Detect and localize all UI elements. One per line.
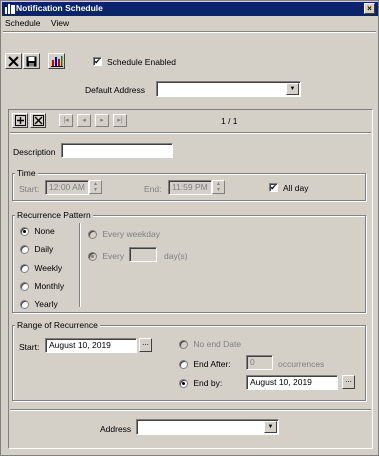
start-time-value: 12:00 AM	[49, 182, 85, 192]
end-time-label: End:	[144, 184, 162, 194]
description-label: Description	[13, 147, 56, 157]
window-title: Notification Schedule	[16, 3, 103, 13]
every-weekday-label: Every weekday	[102, 229, 161, 239]
menu-view[interactable]: View	[51, 18, 69, 28]
close-button[interactable]: ×	[364, 3, 375, 14]
recurrence-option-none[interactable]: None	[20, 226, 55, 237]
radio-every-n-days[interactable]	[88, 252, 97, 262]
end-time-value: 11:59 PM	[172, 182, 208, 192]
previous-record-button[interactable]: ◂	[77, 114, 91, 127]
recurrence-divider	[79, 223, 81, 307]
add-record-icon	[14, 115, 26, 126]
report-button[interactable]	[48, 53, 65, 69]
radio-end-by[interactable]	[179, 379, 188, 389]
end-after-input[interactable]: 0	[246, 355, 273, 370]
chevron-down-icon: ▼	[286, 83, 299, 95]
end-by-input[interactable]: August 10, 2019	[246, 375, 338, 390]
navigator-divider	[10, 132, 371, 134]
radio-every-weekday[interactable]	[88, 230, 97, 240]
address-select[interactable]: ▼	[136, 419, 279, 435]
start-time-spinner[interactable]: ▲ ▼	[89, 180, 102, 194]
default-address-label: Default Address	[85, 85, 146, 95]
radio-yearly[interactable]	[20, 300, 29, 310]
radio-none[interactable]	[20, 227, 29, 237]
record-position: 1 / 1	[221, 116, 238, 126]
end-after-value: 0	[250, 357, 255, 367]
recurrence-none-label: None	[34, 226, 55, 236]
menu-bar: Schedule View	[5, 18, 77, 30]
radio-no-end-date[interactable]	[179, 340, 188, 350]
save-disk-icon	[26, 56, 37, 66]
last-record-button[interactable]: ▸|	[113, 114, 127, 127]
end-time-spinner[interactable]: ▲ ▼	[212, 180, 225, 194]
new-record-button[interactable]	[12, 113, 28, 128]
radio-weekly[interactable]	[20, 264, 29, 274]
end-after-option[interactable]: End After:	[179, 359, 231, 370]
default-address-select[interactable]: ▼	[156, 81, 301, 97]
recurrence-option-monthly[interactable]: Monthly	[20, 281, 65, 292]
title-bar: Notification Schedule ×	[2, 2, 378, 16]
every-weekday-option[interactable]: Every weekday	[88, 229, 161, 240]
menu-schedule[interactable]: Schedule	[5, 18, 40, 28]
schedule-enabled-checkbox[interactable]: ✔	[93, 57, 102, 66]
range-start-picker-button[interactable]: ...	[139, 338, 152, 352]
delete-x-icon	[8, 55, 19, 67]
every-label: Every	[102, 251, 125, 261]
address-divider	[10, 409, 371, 411]
no-end-date-label: No end Date	[193, 339, 242, 349]
bar-chart-icon	[50, 56, 63, 67]
range-start-label: Start:	[19, 342, 40, 352]
range-start-value: August 10, 2019	[49, 340, 111, 350]
end-by-value: August 10, 2019	[250, 377, 312, 387]
address-label: Address	[100, 424, 132, 434]
range-start-input[interactable]: August 10, 2019	[45, 338, 137, 353]
delete-record-icon	[32, 115, 44, 126]
radio-end-after[interactable]	[179, 360, 188, 370]
occurrences-label: occurrences	[278, 359, 325, 369]
range-legend: Range of Recurrence	[15, 320, 100, 330]
recurrence-pattern-legend: Recurrence Pattern	[15, 210, 93, 220]
app-icon	[5, 4, 15, 14]
no-end-date-option[interactable]: No end Date	[179, 339, 242, 350]
end-by-option[interactable]: End by:	[179, 378, 223, 389]
end-after-label: End After:	[193, 359, 231, 369]
end-by-picker-button[interactable]: ...	[342, 375, 355, 389]
schedule-enabled-label: Schedule Enabled	[107, 57, 177, 67]
start-time-input[interactable]: 12:00 AM	[45, 180, 89, 195]
next-record-button[interactable]: ▸	[95, 114, 109, 127]
recurrence-yearly-label: Yearly	[34, 299, 58, 309]
description-input[interactable]	[61, 143, 173, 158]
end-by-label: End by:	[193, 378, 223, 388]
recurrence-option-yearly[interactable]: Yearly	[20, 299, 58, 310]
radio-monthly[interactable]	[20, 282, 29, 292]
recurrence-pattern-group: Recurrence Pattern	[12, 210, 366, 313]
recurrence-option-daily[interactable]: Daily	[20, 244, 54, 255]
every-days-input[interactable]	[129, 247, 157, 262]
delete-button[interactable]	[5, 53, 22, 69]
recurrence-option-weekly[interactable]: Weekly	[20, 263, 63, 274]
save-button[interactable]	[23, 53, 40, 69]
menu-divider	[3, 31, 376, 33]
recurrence-daily-label: Daily	[34, 244, 54, 254]
recurrence-monthly-label: Monthly	[34, 281, 65, 291]
chevron-down-icon: ▼	[264, 421, 277, 433]
delete-record-button[interactable]	[30, 113, 46, 128]
all-day-checkbox[interactable]: ✔	[269, 183, 278, 192]
radio-daily[interactable]	[20, 245, 29, 255]
start-time-label: Start:	[19, 184, 40, 194]
days-label: day(s)	[164, 251, 188, 261]
first-record-button[interactable]: |◂	[59, 114, 73, 127]
every-n-days-option[interactable]: Every	[88, 251, 125, 262]
end-time-input[interactable]: 11:59 PM	[168, 180, 212, 195]
recurrence-weekly-label: Weekly	[34, 263, 63, 273]
time-legend: Time	[15, 168, 38, 178]
all-day-label: All day	[283, 183, 309, 193]
notification-schedule-window: Notification Schedule × Schedule View ✔ …	[0, 0, 379, 456]
